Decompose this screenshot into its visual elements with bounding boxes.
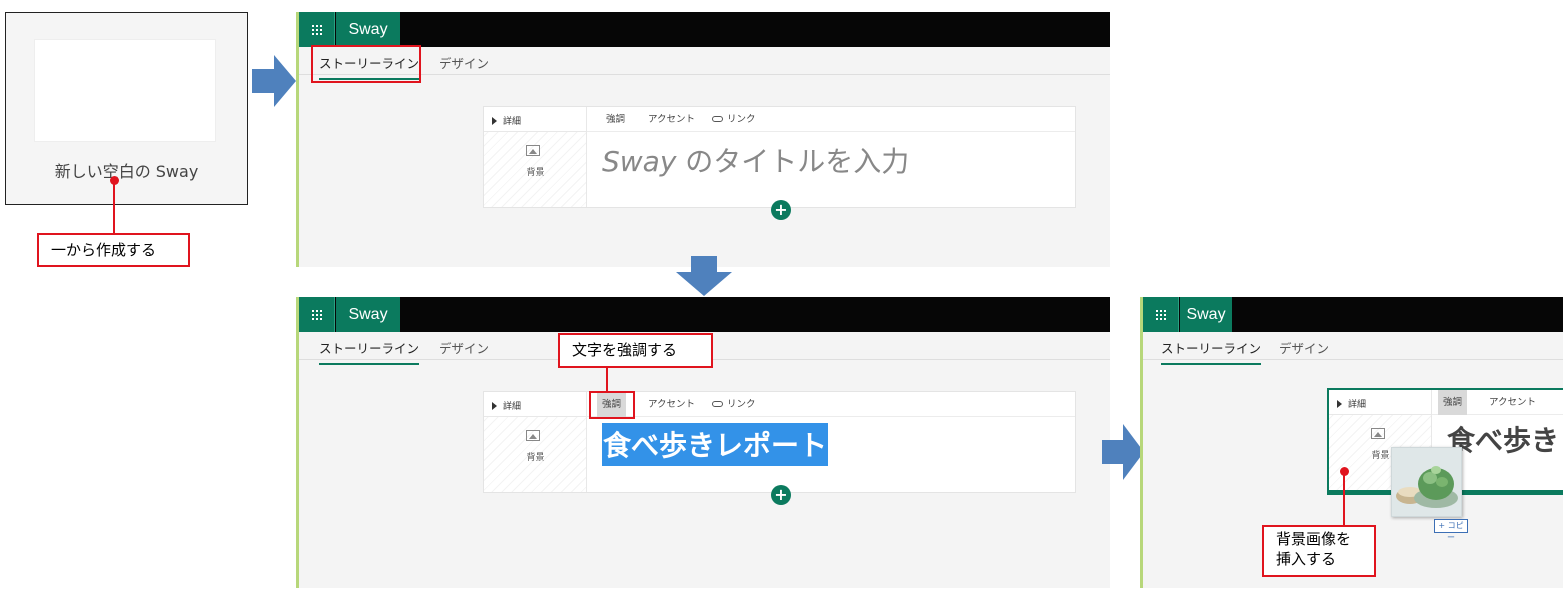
new-blank-sway-label: 新しい空白の Sway [54,162,199,181]
app-name[interactable]: Sway [336,297,400,332]
waffle-icon [1155,309,1166,320]
selected-title-text: 食べ歩きレポート [602,423,829,466]
emphasize-text-callout: 文字を強調する [558,333,713,368]
storyline-highlight [311,45,421,83]
title-card: 詳細 背景 強調 アクセント リンク 食べ歩きレポート [483,391,1076,493]
app-name[interactable]: Sway [336,12,400,47]
image-icon [526,430,540,441]
accent-button[interactable]: アクセント [643,392,700,417]
app-launcher-button[interactable] [1143,297,1179,332]
title-placeholder: Sway のタイトルを入力 [602,145,910,178]
image-icon [1371,428,1385,439]
background-drop-area[interactable]: 詳細 背景 [484,107,587,207]
app-name[interactable]: Sway [1180,297,1232,332]
title-card: 詳細 背景 強調 アクセント リンク Sway のタイトルを入力 [483,106,1076,208]
copy-indicator: + コピー [1434,519,1468,542]
details-label: 詳細 [503,402,522,412]
background-drop-area[interactable]: 詳細 背景 [484,392,587,492]
link-label: リンク [727,114,756,125]
insert-background-callout: 背景画像を 挿入する [1262,525,1376,577]
text-toolbar: 強調 アクセント [1432,390,1563,415]
top-bar [299,12,1110,47]
emphasis-highlight [589,391,635,419]
title-text: 食べ歩き [1447,424,1560,457]
arrow-down-icon [676,256,732,296]
blank-sway-thumbnail [34,39,216,142]
callout-line-1: 背景画像を [1276,530,1352,548]
arrow-right-icon [1102,424,1144,480]
callout-leader [606,367,608,392]
top-bar [299,297,1110,332]
title-input[interactable]: 食べ歩きレポート [587,417,1075,492]
details-toggle[interactable]: 詳細 [484,392,586,417]
callout-line-2: 挿入する [1276,550,1337,569]
create-from-scratch-callout: 一から作成する [37,233,190,267]
new-blank-sway-card[interactable]: 新しい空白の Sway [5,12,248,205]
link-icon [712,116,723,122]
link-icon [712,401,723,407]
app-launcher-button[interactable] [299,297,335,332]
image-icon [526,145,540,156]
callout-leader [113,183,115,233]
link-label: リンク [727,399,756,410]
tab-design[interactable]: デザイン [439,338,489,363]
arrow-right-icon [252,55,296,107]
details-toggle[interactable]: 詳細 [484,107,586,132]
waffle-icon [311,309,322,320]
tab-design[interactable]: デザイン [439,53,489,78]
food-photo-icon [1392,448,1461,516]
text-toolbar: 強調 アクセント リンク [587,392,1075,417]
waffle-icon [311,24,322,35]
tab-storyline[interactable]: ストーリーライン [1161,338,1262,365]
tab-design[interactable]: デザイン [1279,338,1329,363]
tab-storyline[interactable]: ストーリーライン [319,338,420,365]
callout-leader [1343,474,1345,526]
emphasis-button[interactable]: 強調 [601,107,630,132]
view-tabs: ストーリーライン デザイン [1143,332,1563,365]
details-label: 詳細 [503,117,522,127]
add-card-button[interactable]: + [771,200,791,220]
accent-button[interactable]: アクセント [643,107,700,132]
emphasis-button[interactable]: 強調 [1438,390,1468,415]
details-toggle[interactable]: 詳細 [1329,390,1431,415]
add-card-button[interactable]: + [771,485,791,505]
triangle-right-icon [1337,400,1342,408]
text-toolbar: 強調 アクセント リンク [587,107,1075,132]
triangle-right-icon [492,117,497,125]
accent-button[interactable]: アクセント [1484,390,1541,415]
dragged-image-thumbnail[interactable] [1391,447,1462,517]
title-input[interactable]: Sway のタイトルを入力 [587,132,1075,207]
link-button[interactable]: リンク [707,392,761,417]
background-label: 背景 [526,168,545,178]
triangle-right-icon [492,402,497,410]
background-label: 背景 [526,453,545,463]
link-button[interactable]: リンク [707,107,761,132]
app-launcher-button[interactable] [299,12,335,47]
details-label: 詳細 [1348,400,1367,410]
